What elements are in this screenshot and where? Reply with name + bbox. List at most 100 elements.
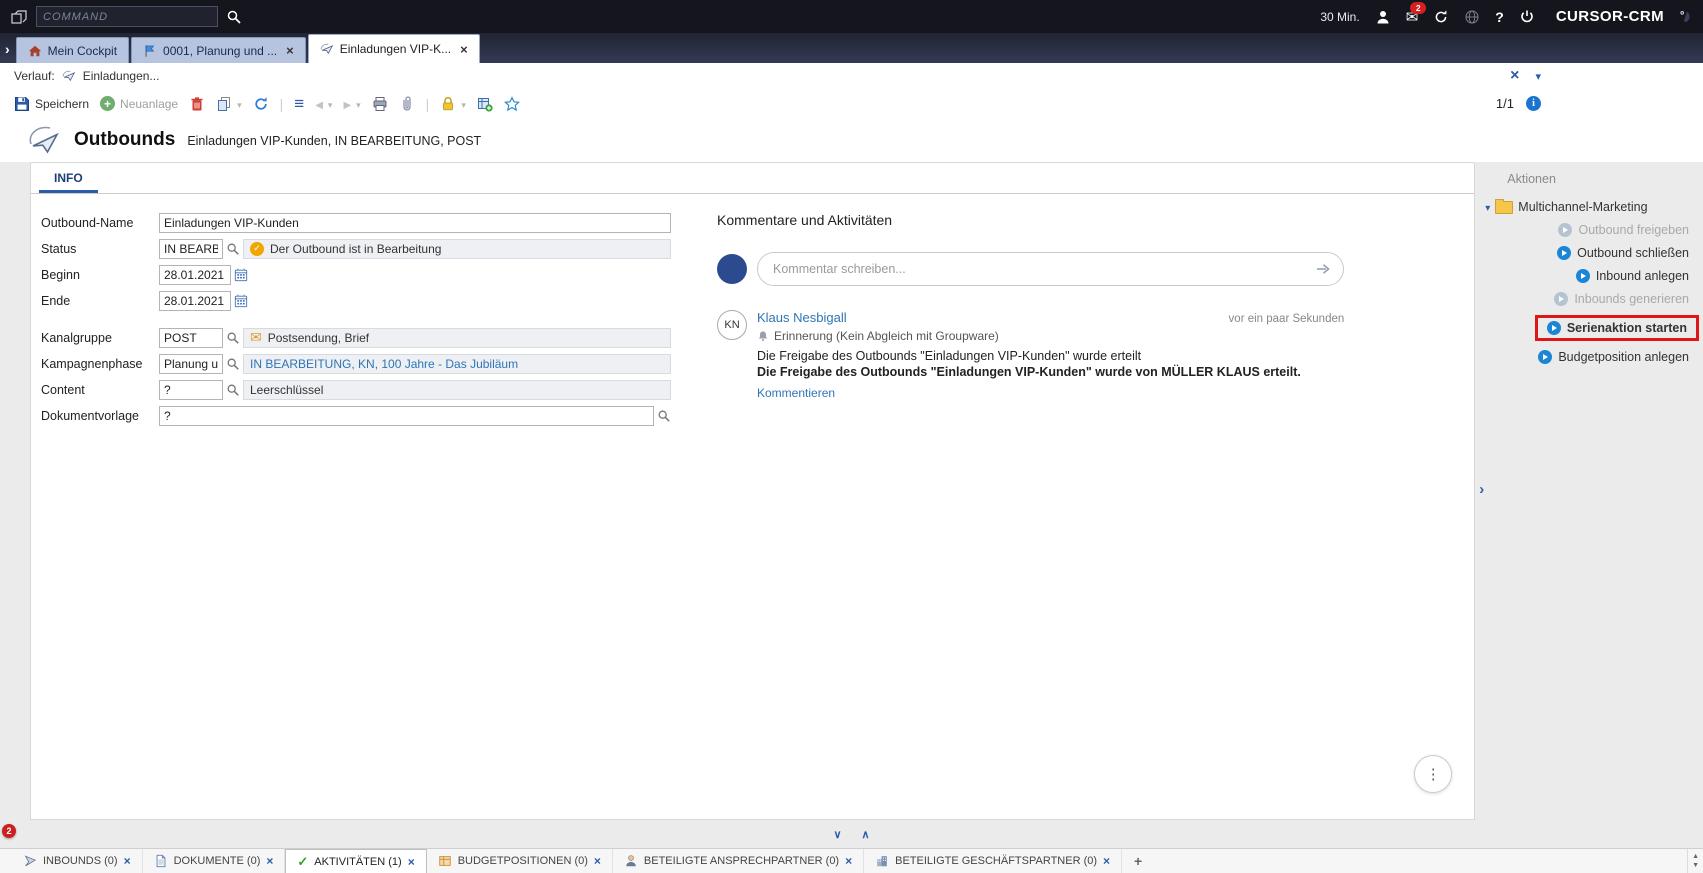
page-title: Outbounds xyxy=(74,129,175,151)
main-region: INFO Outbound-Name Status xyxy=(0,162,1703,820)
search-icon[interactable] xyxy=(657,409,671,423)
status-description: Der Outbound ist in Bearbeitung xyxy=(270,242,441,256)
mail-badge: 2 xyxy=(1410,2,1426,14)
refresh-icon[interactable] xyxy=(253,96,269,112)
command-input[interactable] xyxy=(36,6,218,27)
field-label: Kampagnenphase xyxy=(41,357,159,371)
history-controls xyxy=(1510,68,1541,84)
status-input[interactable] xyxy=(159,239,223,259)
chevron-down-icon[interactable] xyxy=(237,97,242,111)
tab-close-icon[interactable] xyxy=(266,855,273,867)
tab-close-icon[interactable] xyxy=(408,856,415,868)
save-button[interactable]: Speichern xyxy=(14,96,89,112)
tab-dokumente[interactable]: DOKUMENTE (0) xyxy=(143,849,286,873)
tab-mein-cockpit[interactable]: Mein Cockpit xyxy=(16,37,129,63)
tabstrip-expand-icon[interactable] xyxy=(5,41,10,57)
detail-tabbar: INFO xyxy=(31,163,1474,194)
chevron-down-icon[interactable] xyxy=(1535,70,1541,83)
notification-badge[interactable]: 2 xyxy=(2,824,16,838)
panel-collapse-icon[interactable] xyxy=(1479,481,1484,498)
app-launcher-icon[interactable] xyxy=(10,8,28,26)
search-icon[interactable] xyxy=(226,242,240,256)
search-icon[interactable] xyxy=(226,383,240,397)
help-button[interactable]: ? xyxy=(1495,9,1504,25)
favorite-star-icon[interactable] xyxy=(504,96,520,112)
attachment-icon[interactable] xyxy=(399,96,415,112)
collapse-down-icon[interactable] xyxy=(833,828,841,841)
tree-caret-icon[interactable] xyxy=(1485,200,1490,214)
detail-body: Outbound-Name Status xyxy=(31,194,1474,819)
plus-circle-icon xyxy=(100,96,115,111)
tab-budgetpositionen[interactable]: BUDGETPOSITIONEN (0) xyxy=(427,849,613,873)
tab-label: INBOUNDS (0) xyxy=(43,855,118,867)
history-current-item[interactable]: Einladungen... xyxy=(83,69,160,83)
ende-date-input[interactable] xyxy=(159,291,231,311)
scroll-down-icon[interactable] xyxy=(1692,862,1699,869)
copy-icon xyxy=(216,96,232,112)
tab-aktivitaeten[interactable]: AKTIVITÄTEN (1) xyxy=(285,849,426,873)
tab-close-icon[interactable] xyxy=(845,855,852,867)
actions-panel: Aktionen Multichannel-Marketing Outbound… xyxy=(1475,162,1703,820)
close-view-icon[interactable] xyxy=(1510,68,1519,84)
collapse-up-icon[interactable] xyxy=(862,828,870,841)
tab-info[interactable]: INFO xyxy=(39,164,98,193)
actions-group[interactable]: Multichannel-Marketing xyxy=(1485,200,1703,214)
user-icon[interactable] xyxy=(1375,9,1391,25)
command-search-icon[interactable] xyxy=(226,9,242,25)
activity-item: KN Klaus Nesbigall vor ein paar Sekunden xyxy=(717,310,1344,400)
activity-author-link[interactable]: Klaus Nesbigall xyxy=(757,310,847,325)
copy-record-button[interactable] xyxy=(216,96,242,112)
logout-power-icon[interactable] xyxy=(1519,9,1535,25)
menu-icon[interactable] xyxy=(294,94,304,114)
content-description: Leerschlüssel xyxy=(250,383,323,397)
dokumentvorlage-input[interactable] xyxy=(159,406,654,426)
globe-icon[interactable] xyxy=(1464,9,1480,25)
new-record-button: Neuanlage xyxy=(100,96,178,111)
scroll-up-icon[interactable] xyxy=(1692,853,1699,860)
info-icon[interactable] xyxy=(1526,96,1541,111)
save-icon xyxy=(14,96,30,112)
action-serienaktion-starten[interactable]: Serienaktion starten xyxy=(1535,315,1699,341)
action-budgetposition-anlegen[interactable]: Budgetposition anlegen xyxy=(1538,350,1689,364)
tab-beteiligte-geschaeftspartner[interactable]: BETEILIGTE GESCHÄFTSPARTNER (0) xyxy=(864,849,1122,873)
kampagnenphase-link[interactable]: IN BEARBEITUNG, KN, 100 Jahre - Das Jubi… xyxy=(250,357,518,371)
send-icon[interactable] xyxy=(1315,261,1331,277)
outbound-name-input[interactable] xyxy=(159,213,671,233)
tab-close-icon[interactable] xyxy=(1103,855,1110,867)
kampagnenphase-input[interactable] xyxy=(159,354,223,374)
more-options-button[interactable] xyxy=(1414,755,1452,793)
tab-inbounds[interactable]: INBOUNDS (0) xyxy=(12,849,143,873)
comment-link[interactable]: Kommentieren xyxy=(757,386,835,400)
beginn-date-input[interactable] xyxy=(159,265,231,285)
kanalgruppe-input[interactable] xyxy=(159,328,223,348)
tab-close-icon[interactable] xyxy=(286,44,294,57)
tab-label: BETEILIGTE GESCHÄFTSPARTNER (0) xyxy=(895,855,1097,867)
tab-einladungen-vip[interactable]: Einladungen VIP-K... xyxy=(308,34,480,63)
status-description-field: Der Outbound ist in Bearbeitung xyxy=(243,239,671,259)
print-icon[interactable] xyxy=(372,96,388,112)
tab-close-icon[interactable] xyxy=(460,43,468,56)
tab-beteiligte-ansprechpartner[interactable]: BETEILIGTE ANSPRECHPARTNER (0) xyxy=(613,849,864,873)
form-row-ende: Ende xyxy=(41,290,689,311)
tab-close-icon[interactable] xyxy=(594,855,601,867)
sync-icon[interactable] xyxy=(1433,9,1449,25)
lock-button[interactable] xyxy=(440,96,466,112)
search-icon[interactable] xyxy=(226,331,240,345)
chevron-down-icon[interactable] xyxy=(461,97,466,111)
add-record-icon[interactable] xyxy=(477,96,493,112)
tab-close-icon[interactable] xyxy=(124,855,131,867)
budget-icon xyxy=(438,854,452,868)
action-outbound-schliessen[interactable]: Outbound schließen xyxy=(1557,246,1689,260)
mail-button[interactable]: 2 xyxy=(1406,8,1419,26)
search-icon[interactable] xyxy=(226,357,240,371)
calendar-icon[interactable] xyxy=(234,294,248,308)
tab-kampagnenphase[interactable]: 0001, Planung und ... xyxy=(131,37,306,63)
content-input[interactable] xyxy=(159,380,223,400)
field-label: Dokumentvorlage xyxy=(41,409,159,423)
play-icon xyxy=(1554,292,1568,306)
delete-icon[interactable] xyxy=(189,96,205,112)
action-inbound-anlegen[interactable]: Inbound anlegen xyxy=(1576,269,1689,283)
comment-input[interactable] xyxy=(757,252,1344,286)
add-tab-button[interactable] xyxy=(1122,849,1154,873)
calendar-icon[interactable] xyxy=(234,268,248,282)
